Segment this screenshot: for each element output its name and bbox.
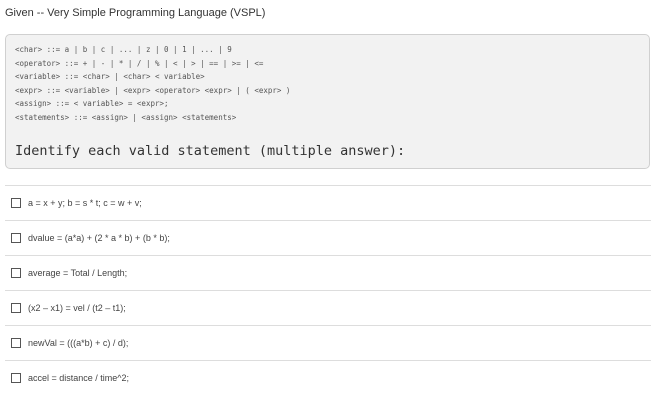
grammar-code-block: <char> ::= a | b | c | ... | z | 0 | 1 |… (5, 34, 650, 169)
answer-option[interactable]: a = x + y; b = s * t; c = w + v; (5, 185, 651, 220)
option-label: (x2 – x1) = vel / (t2 – t1); (28, 303, 126, 313)
option-checkbox[interactable] (11, 233, 21, 243)
grammar-line: <statements> ::= <assign> | <assign> <st… (15, 112, 237, 122)
option-label: newVal = (((a*b) + c) / d); (28, 338, 129, 348)
option-label: dvalue = (a*a) + (2 * a * b) + (b * b); (28, 233, 170, 243)
option-label: average = Total / Length; (28, 268, 128, 278)
option-checkbox[interactable] (11, 373, 21, 383)
grammar-line: <operator> ::= + | - | * | / | % | < | >… (15, 58, 264, 68)
grammar-line: <char> ::= a | b | c | ... | z | 0 | 1 |… (15, 45, 232, 54)
grammar-line: <assign> ::= < variable> = <expr>; (15, 99, 169, 109)
option-checkbox[interactable] (11, 198, 21, 208)
grammar-line: <expr> ::= <variable> | <expr> <operator… (15, 85, 291, 95)
grammar-line: <variable> ::= <char> | <char> < variabl… (15, 72, 205, 82)
answer-option[interactable]: dvalue = (a*a) + (2 * a * b) + (b * b); (5, 220, 651, 255)
question-prompt: Identify each valid statement (multiple … (15, 143, 406, 159)
answer-option[interactable]: newVal = (((a*b) + c) / d); (5, 325, 651, 360)
option-label: a = x + y; b = s * t; c = w + v; (28, 198, 142, 208)
option-checkbox[interactable] (11, 268, 21, 278)
option-checkbox[interactable] (11, 303, 21, 313)
answer-option[interactable]: accel = distance / time^2; (5, 360, 651, 395)
answer-option[interactable]: (x2 – x1) = vel / (t2 – t1); (5, 290, 651, 325)
question-page: Given -- Very Simple Programming Languag… (0, 0, 658, 413)
option-checkbox[interactable] (11, 338, 21, 348)
option-label: accel = distance / time^2; (28, 373, 130, 383)
answer-options-list: a = x + y; b = s * t; c = w + v; dvalue … (5, 185, 651, 395)
answer-option[interactable]: average = Total / Length; (5, 255, 651, 290)
question-title: Given -- Very Simple Programming Languag… (5, 7, 266, 19)
